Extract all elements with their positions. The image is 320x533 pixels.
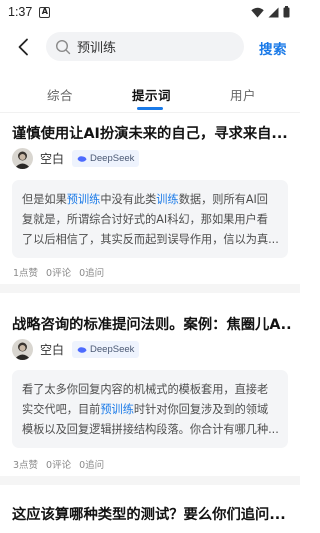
search-icon <box>55 39 71 54</box>
excerpt-line: 实交代吧，目前预训练时针对你回复涉及到的领域 <box>22 403 269 416</box>
avatar[interactable] <box>12 339 33 360</box>
tab-prompts[interactable]: 提示词 <box>132 85 171 104</box>
status-time: 1:37 <box>8 5 33 19</box>
likes-count[interactable]: 3点赞 <box>13 457 38 471</box>
post-title[interactable]: 谨慎使用让AI扮演未来的自己，寻求来自... <box>12 122 292 143</box>
tab-comprehensive[interactable]: 综合 <box>47 85 73 104</box>
a-notification-icon: A <box>39 6 51 18</box>
search-header: 搜索 <box>0 32 300 62</box>
excerpt-line: 复就是，所谓综合讨好式的AI科幻，那如果用户看 <box>22 213 268 226</box>
chevron-left-icon <box>18 38 28 56</box>
tab-users[interactable]: 用户 <box>230 85 256 104</box>
deepseek-whale-icon <box>77 346 87 353</box>
model-badge: DeepSeek <box>72 341 140 358</box>
search-input[interactable] <box>77 39 227 54</box>
excerpt-box[interactable]: 但是如果预训练中没有此类训练数据，则所有AI回 复就是，所谓综合讨好式的AI科幻… <box>12 180 288 258</box>
excerpt-line: 了以后相信了，其实反而起到误导作用，信以为真... <box>22 233 278 246</box>
model-name: DeepSeek <box>90 344 135 355</box>
highlight-term: 预训练 <box>100 403 134 416</box>
highlight-term: 训练 <box>156 193 179 206</box>
post-title[interactable]: 这应该算哪种类型的测试？要么你们追问... <box>12 503 292 524</box>
tab-bar: 综合 提示词 用户 <box>0 78 300 112</box>
author-name[interactable]: 空白 <box>40 150 64 167</box>
excerpt-line: 看了太多你回复内容的机械式的模板套用，直接老 <box>22 383 269 396</box>
comments-count[interactable]: 0评论 <box>46 457 71 471</box>
back-button[interactable] <box>12 36 34 58</box>
author-row: 空白 DeepSeek <box>12 148 140 169</box>
model-badge: DeepSeek <box>72 150 140 167</box>
excerpt-line: 模板以及回复逻辑拼接结构段落。你合计有哪几种... <box>22 423 278 436</box>
post-title[interactable]: 战略咨询的标准提问法则。案例：焦圈儿A... <box>12 313 292 334</box>
status-icons <box>251 6 290 18</box>
comments-count[interactable]: 0评论 <box>46 265 71 279</box>
post-divider <box>0 476 300 485</box>
wifi-icon <box>251 7 264 17</box>
author-row: 空白 DeepSeek <box>12 339 140 360</box>
active-tab-indicator <box>137 107 163 110</box>
followups-count[interactable]: 0追问 <box>79 457 104 471</box>
deepseek-whale-icon <box>77 155 87 162</box>
search-button[interactable]: 搜索 <box>259 38 287 58</box>
excerpt-box[interactable]: 看了太多你回复内容的机械式的模板套用，直接老 实交代吧，目前预训练时针对你回复涉… <box>12 370 288 448</box>
search-box[interactable] <box>46 32 244 61</box>
author-name[interactable]: 空白 <box>40 341 64 358</box>
highlight-term: 预训练 <box>66 193 101 206</box>
excerpt-line: 但是如果预训练中没有此类训练数据，则所有AI回 <box>22 193 268 206</box>
post-stats: 1点赞 0评论 0追问 <box>13 265 104 279</box>
post-stats: 3点赞 0评论 0追问 <box>13 457 104 471</box>
post-divider <box>0 284 300 293</box>
signal-icon <box>268 7 279 17</box>
battery-icon <box>283 6 290 18</box>
likes-count[interactable]: 1点赞 <box>13 265 38 279</box>
avatar[interactable] <box>12 148 33 169</box>
tabs-divider <box>0 112 300 113</box>
followups-count[interactable]: 0追问 <box>79 265 104 279</box>
model-name: DeepSeek <box>90 153 135 164</box>
status-bar: 1:37 A <box>0 0 300 24</box>
